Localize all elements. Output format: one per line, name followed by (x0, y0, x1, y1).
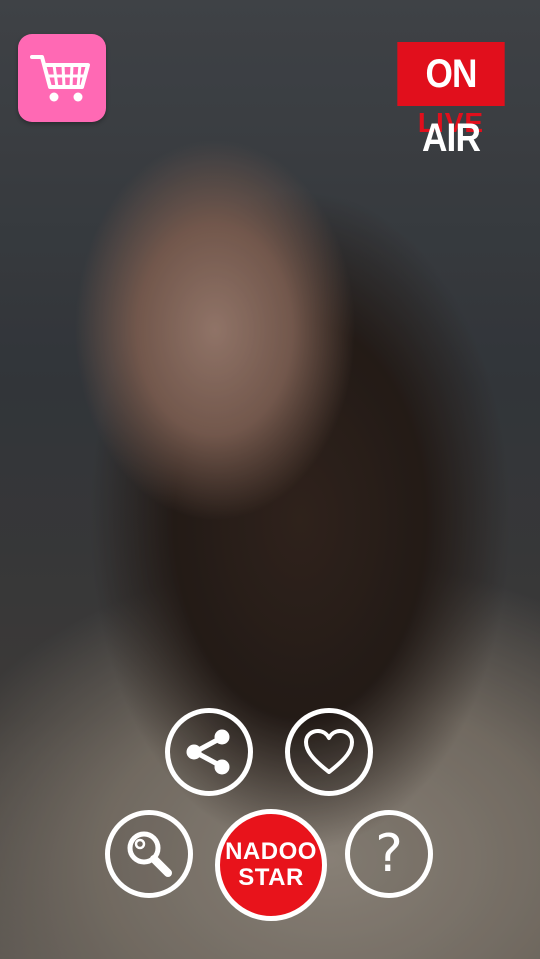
like-button[interactable] (285, 708, 373, 796)
search-button[interactable] (105, 810, 193, 898)
help-button[interactable]: ? (345, 810, 433, 898)
on-air-badge: ON AIR LIVE (390, 42, 512, 160)
cart-button[interactable] (18, 34, 106, 122)
question-mark-icon: ? (375, 824, 403, 884)
search-icon (127, 831, 172, 877)
brand-line-1: NADOO (225, 838, 317, 865)
share-icon (186, 729, 230, 775)
nadoo-star-button[interactable]: NADOO STAR (215, 809, 327, 921)
share-button[interactable] (165, 708, 253, 796)
on-air-label: ON AIR (397, 42, 505, 160)
shopping-cart-icon (30, 55, 90, 102)
brand-line-2: STAR (238, 864, 304, 891)
heart-icon (304, 729, 354, 774)
